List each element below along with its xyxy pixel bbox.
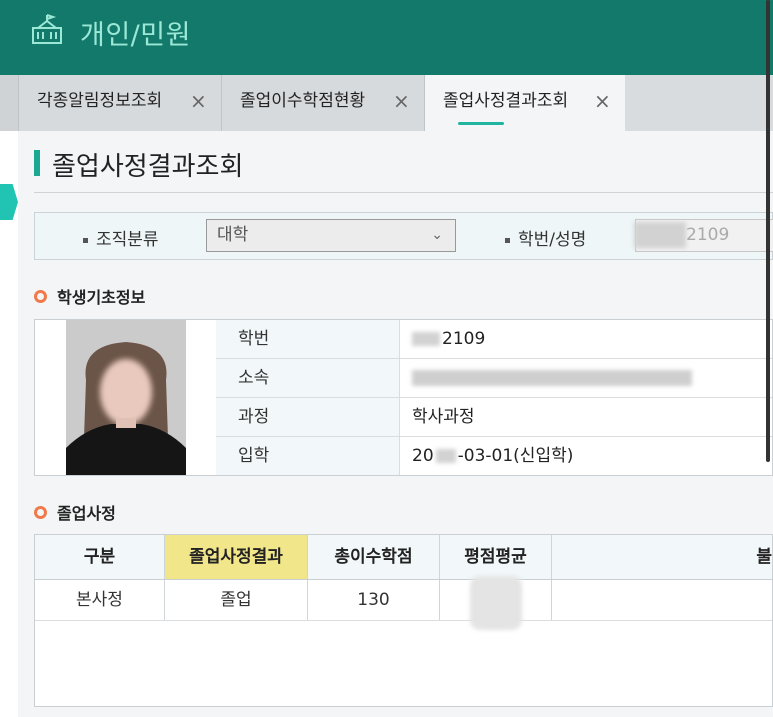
student-label-text: 학번/성명 — [518, 230, 587, 250]
section-marker-icon — [34, 506, 47, 519]
title-divider — [34, 192, 773, 193]
table-row[interactable]: 본사정 졸업 130 — [35, 576, 772, 630]
redacted-value — [412, 370, 692, 386]
tab-notifications[interactable]: 각종알림정보조회 × — [19, 75, 222, 131]
info-row-course: 과정 학사과정 — [216, 398, 772, 437]
info-value — [412, 359, 692, 397]
student-id-value: 2109 — [686, 225, 730, 245]
graduation-title: 졸업사정 — [57, 504, 116, 523]
tab-bar-left-strip — [0, 75, 19, 131]
bullet-icon — [83, 237, 88, 243]
tab-label: 각종알림정보조회 — [37, 91, 163, 111]
info-value: 2109 — [412, 320, 485, 358]
org-select-value: 대학 — [217, 225, 249, 245]
active-tab-indicator — [458, 122, 504, 125]
student-info-table: 학번 2109 소속 과정 학사과정 입학 20 -03-01(신입학) — [34, 319, 773, 476]
student-id-text: 2109 — [442, 329, 486, 349]
scrollbar[interactable] — [766, 0, 770, 462]
student-label: 학번/성명 — [505, 225, 586, 250]
tab-bar: 각종알림정보조회 × 졸업이수학점현황 × 졸업사정결과조회 × — [0, 75, 773, 131]
info-value: 학사과정 — [412, 407, 475, 427]
info-key: 과정 — [216, 398, 400, 436]
column-header: 졸업사정결과 — [165, 535, 308, 579]
info-key: 소속 — [216, 359, 400, 397]
redacted-value — [634, 222, 686, 248]
app-header: 개인/민원 — [0, 0, 773, 75]
graduation-heading: 졸업사정 — [34, 500, 116, 524]
student-id-field[interactable]: 2109 — [634, 219, 773, 252]
student-info-title: 학생기초정보 — [57, 288, 146, 307]
title-marker — [34, 150, 40, 176]
side-panel-toggle[interactable] — [0, 184, 18, 220]
column-header: 총이수학점 — [308, 535, 440, 579]
info-key: 입학 — [216, 437, 400, 475]
student-photo — [66, 320, 186, 475]
column-header: 불 — [756, 547, 772, 567]
info-row-affiliation: 소속 — [216, 359, 772, 398]
chevron-down-icon: ⌄ — [431, 227, 443, 243]
section-marker-icon — [34, 290, 47, 303]
org-label-text: 조직분류 — [96, 230, 159, 250]
close-icon[interactable]: × — [594, 75, 611, 127]
table-cell: 130 — [308, 580, 440, 620]
redacted-value — [412, 332, 440, 346]
school-icon — [32, 14, 62, 44]
tab-label: 졸업사정결과조회 — [443, 91, 569, 111]
org-select[interactable]: 대학 ⌄ — [206, 219, 456, 252]
tab-graduation-result[interactable]: 졸업사정결과조회 × — [425, 75, 625, 131]
close-icon[interactable]: × — [393, 75, 410, 127]
table-header: 구분 졸업사정결과 총이수학점 평점평균 불 — [35, 535, 772, 580]
redacted-value — [469, 576, 522, 630]
info-row-admission: 입학 20 -03-01(신입학) — [216, 437, 772, 476]
org-label: 조직분류 — [83, 225, 159, 250]
info-row-student-id: 학번 2109 — [216, 320, 772, 359]
column-header: 구분 — [35, 535, 165, 579]
tab-label: 졸업이수학점현황 — [240, 91, 366, 111]
info-key: 학번 — [216, 320, 400, 358]
app-title: 개인/민원 — [80, 20, 191, 51]
search-filter: 조직분류 대학 ⌄ 학번/성명 2109 — [34, 212, 773, 260]
student-info-heading: 학생기초정보 — [34, 284, 145, 308]
info-value: 20 -03-01(신입학) — [412, 437, 573, 475]
redacted-value — [435, 449, 456, 463]
photo-cell — [35, 320, 217, 475]
table-cell: 졸업 — [165, 580, 308, 620]
close-icon[interactable]: × — [190, 75, 207, 127]
admission-year: 20 — [412, 446, 434, 466]
table-cell — [440, 576, 552, 630]
table-cell: 본사정 — [35, 580, 165, 620]
bullet-icon — [505, 237, 510, 243]
tab-credit-status[interactable]: 졸업이수학점현황 × — [222, 75, 425, 131]
column-header: 평점평균 — [440, 535, 552, 579]
graduation-table: 구분 졸업사정결과 총이수학점 평점평균 불 본사정 졸업 130 — [34, 534, 773, 707]
table-cell — [552, 580, 772, 620]
page-title: 졸업사정결과조회 — [52, 152, 244, 182]
admission-date: -03-01(신입학) — [457, 446, 574, 466]
